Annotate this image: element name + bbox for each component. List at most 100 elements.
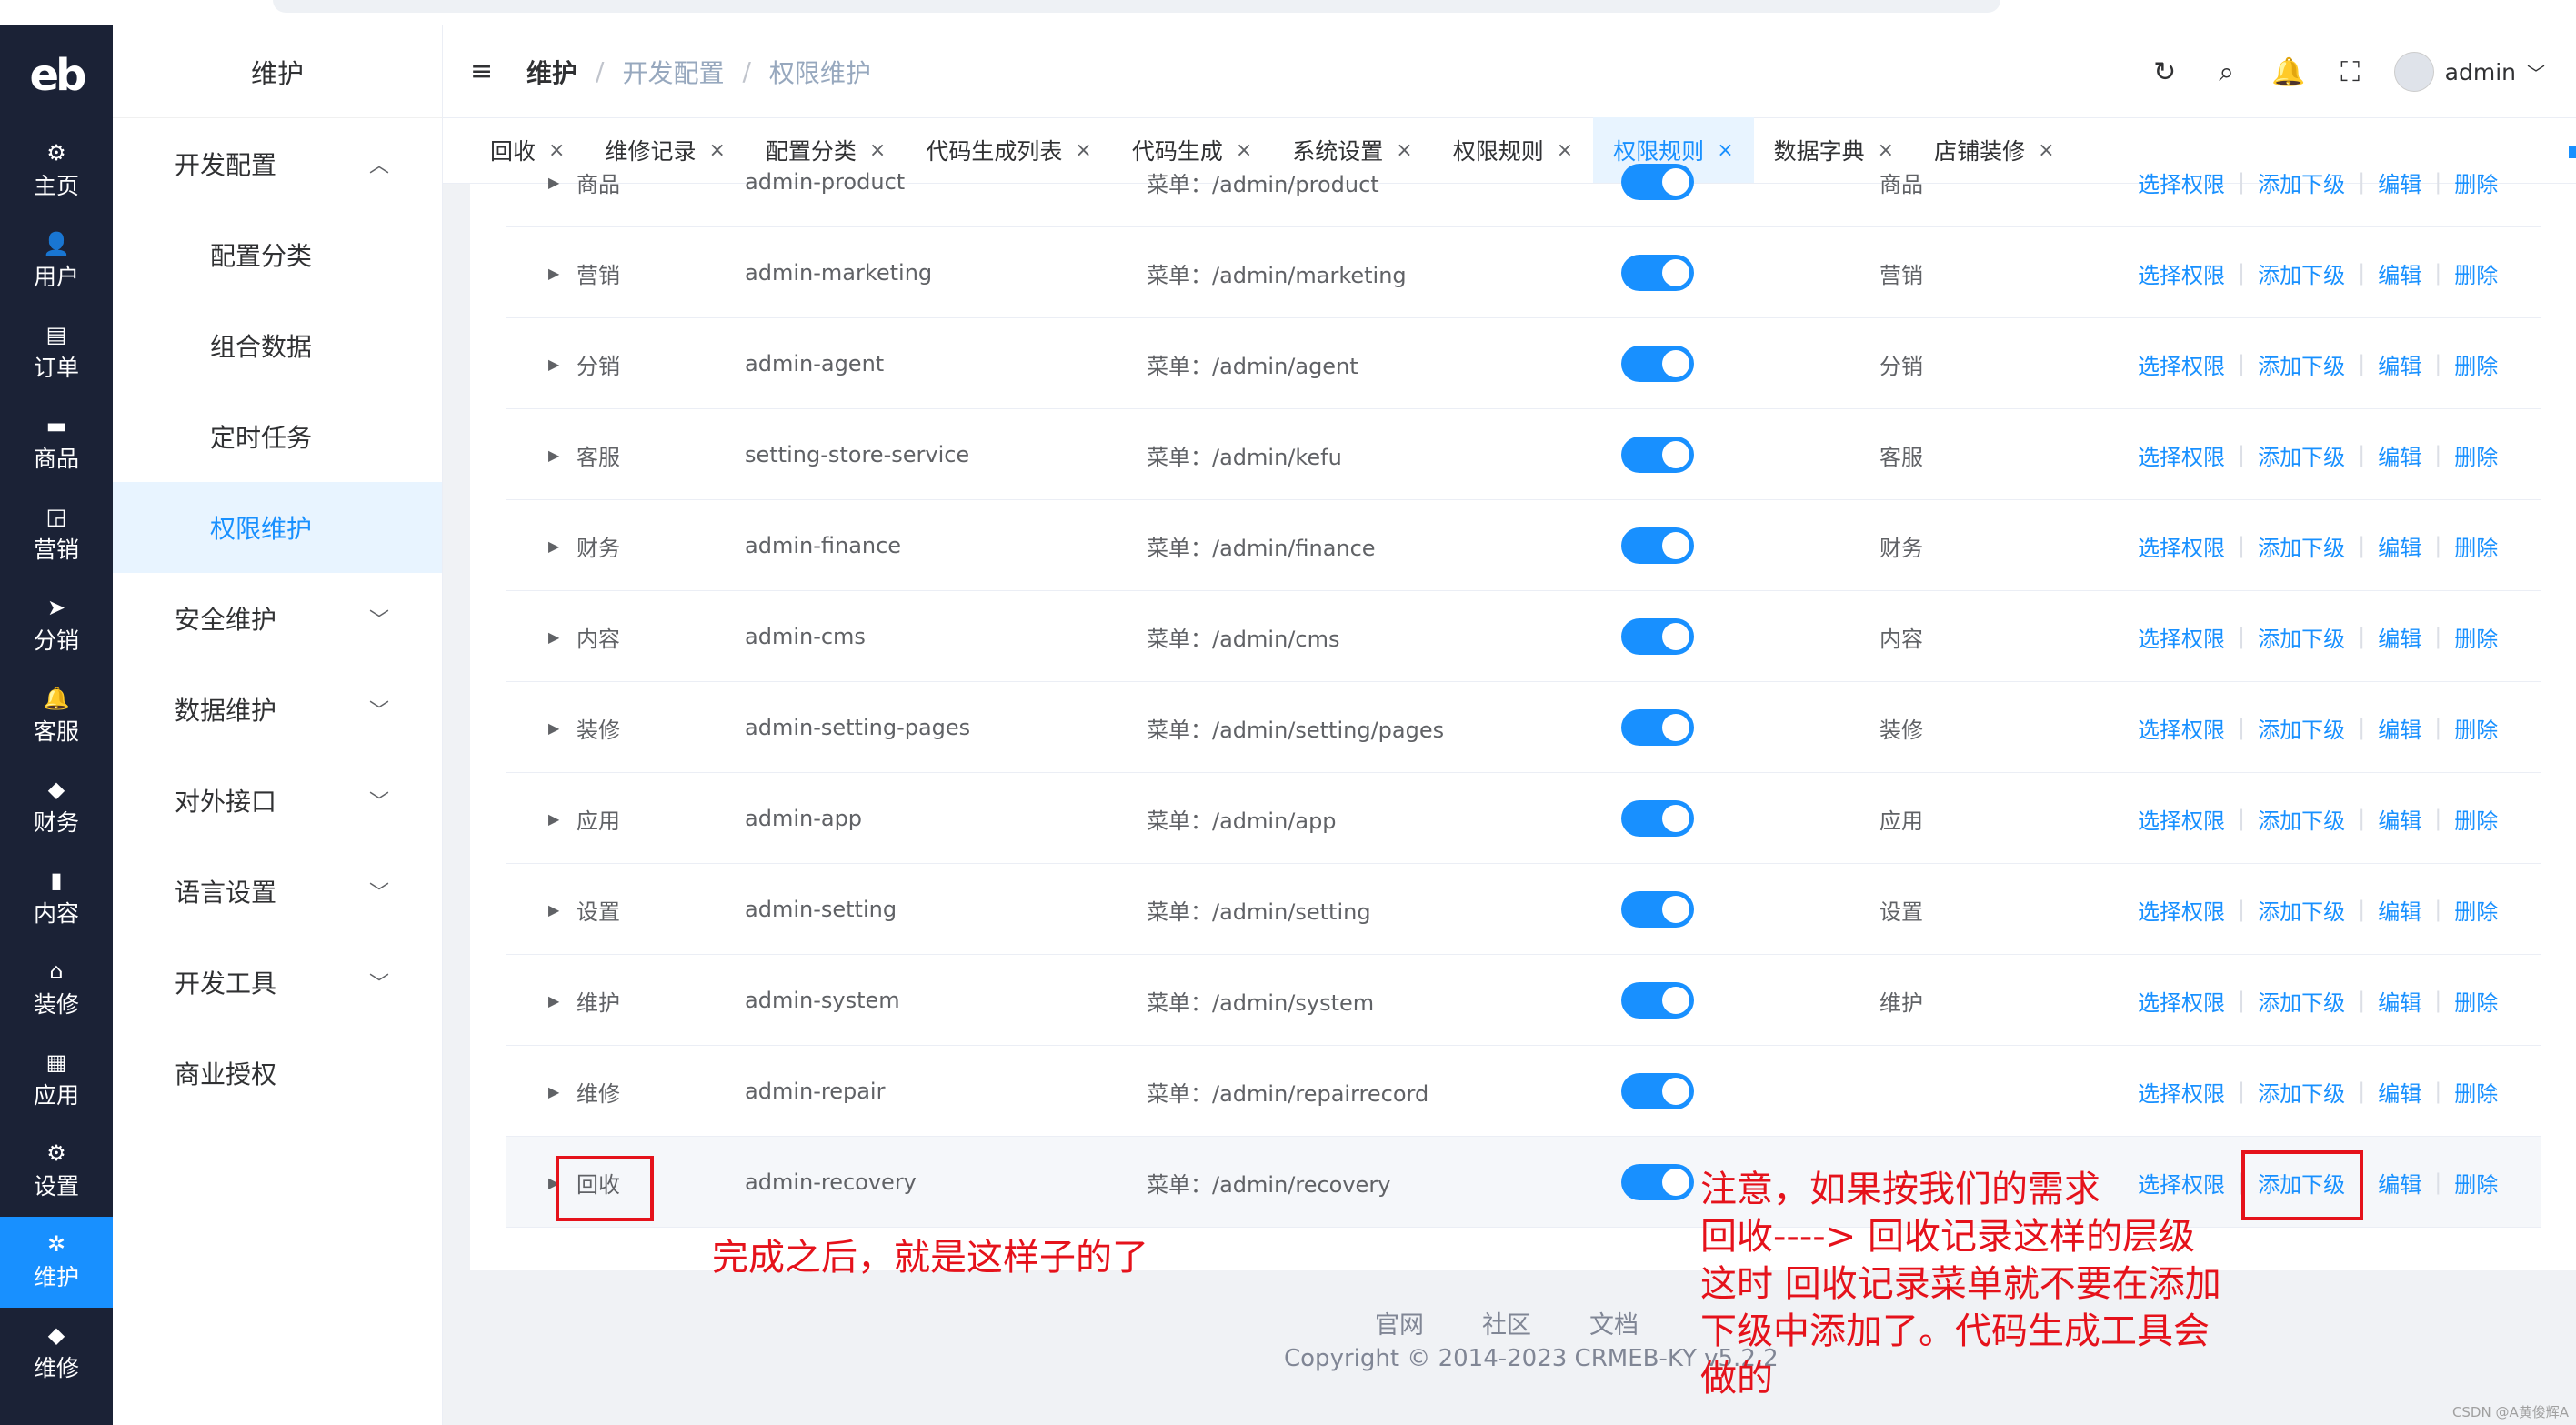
edit-link[interactable]: 编辑 <box>2378 712 2421 744</box>
select-permission-link[interactable]: 选择权限 <box>2138 257 2225 289</box>
status-switch[interactable] <box>1621 318 1694 409</box>
toggle-switch[interactable] <box>1621 1073 1694 1109</box>
expand-arrow-icon[interactable]: ▶ <box>548 136 559 227</box>
edit-link[interactable]: 编辑 <box>2378 530 2421 562</box>
add-child-link[interactable]: 添加下级 <box>2258 985 2345 1017</box>
edit-link[interactable]: 编辑 <box>2378 1167 2421 1199</box>
submenu-item[interactable]: 商业授权 <box>113 1028 442 1119</box>
add-child-link[interactable]: 添加下级 <box>2258 439 2345 471</box>
delete-link[interactable]: 删除 <box>2454 257 2498 289</box>
add-child-link[interactable]: 添加下级 <box>2258 166 2345 198</box>
toggle-switch[interactable] <box>1621 891 1694 928</box>
toggle-switch[interactable] <box>1621 618 1694 655</box>
expand-arrow-icon[interactable]: ▶ <box>548 682 559 773</box>
app-logo[interactable]: eb <box>0 25 113 125</box>
status-switch[interactable] <box>1621 409 1694 500</box>
expand-arrow-icon[interactable]: ▶ <box>548 1046 559 1137</box>
select-permission-link[interactable]: 选择权限 <box>2138 439 2225 471</box>
expand-arrow-icon[interactable]: ▶ <box>548 773 559 864</box>
rail-item[interactable]: 🔔 客服 <box>0 671 113 762</box>
expand-arrow-icon[interactable]: ▶ <box>548 500 559 591</box>
edit-link[interactable]: 编辑 <box>2378 1076 2421 1108</box>
chevron-down-icon[interactable]: ﹀ <box>2527 59 2545 85</box>
status-switch[interactable] <box>1621 591 1694 682</box>
rail-item[interactable]: 👤 用户 <box>0 216 113 307</box>
notification-bell-icon[interactable]: 🔔 <box>2258 56 2320 88</box>
expand-arrow-icon[interactable]: ▶ <box>548 591 559 682</box>
edit-link[interactable]: 编辑 <box>2378 803 2421 835</box>
rail-item[interactable]: ◆ 维修 <box>0 1308 113 1399</box>
user-name[interactable]: admin <box>2445 59 2516 85</box>
submenu-item[interactable]: 组合数据 <box>113 300 442 391</box>
toggle-switch[interactable] <box>1621 1164 1694 1200</box>
delete-link[interactable]: 删除 <box>2454 348 2498 380</box>
rail-item[interactable]: ▦ 应用 <box>0 1035 113 1126</box>
footer-link-official[interactable]: 官网 <box>1375 1305 1424 1340</box>
edit-link[interactable]: 编辑 <box>2378 257 2421 289</box>
toggle-switch[interactable] <box>1621 164 1694 200</box>
submenu-item[interactable]: 开发配置 ︿ <box>113 118 442 209</box>
submenu-item[interactable]: 定时任务 <box>113 391 442 482</box>
rail-item[interactable]: ✲ 维护 <box>0 1217 113 1308</box>
add-child-link[interactable]: 添加下级 <box>2258 894 2345 926</box>
add-child-link[interactable]: 添加下级 <box>2258 621 2345 653</box>
expand-arrow-icon[interactable]: ▶ <box>548 318 559 409</box>
rail-item[interactable]: ▬ 商品 <box>0 398 113 489</box>
status-switch[interactable] <box>1621 1046 1694 1137</box>
add-child-link[interactable]: 添加下级 <box>2258 257 2345 289</box>
toggle-switch[interactable] <box>1621 346 1694 382</box>
footer-link-community[interactable]: 社区 <box>1482 1305 1531 1340</box>
expand-arrow-icon[interactable]: ▶ <box>548 409 559 500</box>
add-child-link[interactable]: 添加下级 <box>2258 712 2345 744</box>
status-switch[interactable] <box>1621 1137 1694 1228</box>
select-permission-link[interactable]: 选择权限 <box>2138 803 2225 835</box>
select-permission-link[interactable]: 选择权限 <box>2138 894 2225 926</box>
select-permission-link[interactable]: 选择权限 <box>2138 621 2225 653</box>
edit-link[interactable]: 编辑 <box>2378 985 2421 1017</box>
avatar[interactable] <box>2393 52 2434 92</box>
status-switch[interactable] <box>1621 227 1694 318</box>
toggle-switch[interactable] <box>1621 800 1694 837</box>
edit-link[interactable]: 编辑 <box>2378 894 2421 926</box>
toggle-switch[interactable] <box>1621 437 1694 473</box>
fullscreen-icon[interactable]: ⛶ <box>2320 56 2381 88</box>
toggle-switch[interactable] <box>1621 527 1694 564</box>
submenu-item[interactable]: 权限维护 <box>113 482 442 573</box>
expand-arrow-icon[interactable]: ▶ <box>548 864 559 955</box>
delete-link[interactable]: 删除 <box>2454 621 2498 653</box>
refresh-icon[interactable]: ↻ <box>2134 56 2196 88</box>
delete-link[interactable]: 删除 <box>2454 1167 2498 1199</box>
add-child-link[interactable]: 添加下级 <box>2258 530 2345 562</box>
submenu-item[interactable]: 安全维护 ﹀ <box>113 573 442 664</box>
add-child-link[interactable]: 添加下级 <box>2258 1076 2345 1108</box>
status-switch[interactable] <box>1621 773 1694 864</box>
breadcrumb-item[interactable]: 开发配置 <box>622 54 724 90</box>
toggle-switch[interactable] <box>1621 255 1694 291</box>
rail-item[interactable]: ◲ 营销 <box>0 489 113 580</box>
delete-link[interactable]: 删除 <box>2454 439 2498 471</box>
toggle-switch[interactable] <box>1621 709 1694 746</box>
select-permission-link[interactable]: 选择权限 <box>2138 530 2225 562</box>
rail-item[interactable]: ▤ 订单 <box>0 307 113 398</box>
delete-link[interactable]: 删除 <box>2454 1076 2498 1108</box>
status-switch[interactable] <box>1621 864 1694 955</box>
collapse-menu-icon[interactable]: ≡ <box>470 55 497 87</box>
footer-link-docs[interactable]: 文档 <box>1589 1305 1639 1340</box>
rail-item[interactable]: ◆ 财务 <box>0 762 113 853</box>
add-child-link[interactable]: 添加下级 <box>2258 803 2345 835</box>
status-switch[interactable] <box>1621 500 1694 591</box>
select-permission-link[interactable]: 选择权限 <box>2138 348 2225 380</box>
submenu-item[interactable]: 配置分类 <box>113 209 442 300</box>
status-switch[interactable] <box>1621 955 1694 1046</box>
delete-link[interactable]: 删除 <box>2454 894 2498 926</box>
status-switch[interactable] <box>1621 136 1694 227</box>
select-permission-link[interactable]: 选择权限 <box>2138 712 2225 744</box>
select-permission-link[interactable]: 选择权限 <box>2138 166 2225 198</box>
select-permission-link[interactable]: 选择权限 <box>2138 1076 2225 1108</box>
search-icon[interactable]: ⌕ <box>2196 56 2258 88</box>
expand-arrow-icon[interactable]: ▶ <box>548 955 559 1046</box>
edit-link[interactable]: 编辑 <box>2378 166 2421 198</box>
edit-link[interactable]: 编辑 <box>2378 348 2421 380</box>
toggle-switch[interactable] <box>1621 982 1694 1019</box>
rail-item[interactable]: ➤ 分销 <box>0 580 113 671</box>
